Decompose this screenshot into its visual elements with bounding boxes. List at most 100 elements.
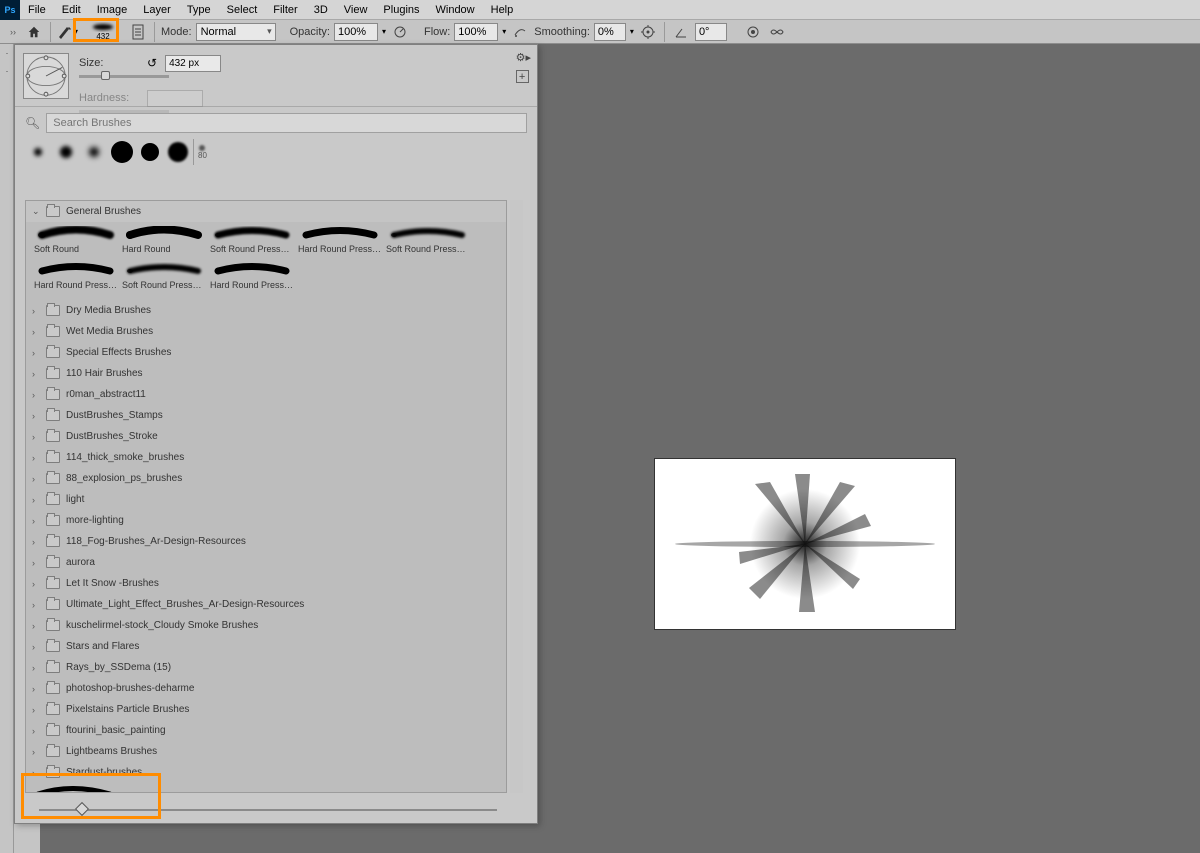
menu-layer[interactable]: Layer: [135, 4, 179, 16]
size-input[interactable]: 432 px: [165, 55, 221, 72]
brush-folder[interactable]: ›more-lighting: [26, 510, 506, 531]
collapse-chevron-icon[interactable]: ››: [6, 25, 20, 39]
brush-settings-toggle-icon[interactable]: [128, 22, 148, 42]
brush-folder[interactable]: ›aurora: [26, 552, 506, 573]
brush-folder[interactable]: ›Stars and Flares: [26, 636, 506, 657]
tool-slot[interactable]: ·: [0, 44, 14, 62]
brush-preset-item[interactable]: Soft Round: [32, 225, 120, 261]
home-icon[interactable]: [24, 22, 44, 42]
flow-label: Flow:: [424, 26, 450, 38]
folder-icon: [46, 578, 60, 589]
brush-folder[interactable]: ›Special Effects Brushes: [26, 342, 506, 363]
brush-preset-item[interactable]: Hard Round: [120, 225, 208, 261]
hardness-label: Hardness:: [79, 92, 139, 104]
brush-preset-list[interactable]: ⌄ General Brushes Soft Round Hard Round …: [25, 200, 507, 793]
folder-label: ftourini_basic_painting: [66, 725, 166, 736]
search-brushes-input[interactable]: [46, 113, 527, 133]
tools-panel: · ·: [0, 44, 14, 853]
new-brush-preset[interactable]: my_light: [32, 786, 120, 793]
airbrush-icon[interactable]: [510, 22, 530, 42]
menu-window[interactable]: Window: [428, 4, 483, 16]
menu-file[interactable]: File: [20, 4, 54, 16]
brush-preset-item[interactable]: Soft Round Pressure...: [384, 225, 472, 261]
folder-general-brushes[interactable]: ⌄ General Brushes: [26, 201, 506, 222]
menu-plugins[interactable]: Plugins: [375, 4, 427, 16]
opacity-pressure-icon[interactable]: [390, 22, 410, 42]
folder-label: 114_thick_smoke_brushes: [66, 452, 184, 463]
brush-folder[interactable]: ›light: [26, 489, 506, 510]
brush-folder[interactable]: ›Dry Media Brushes: [26, 300, 506, 321]
brush-folder[interactable]: ›Lightbeams Brushes: [26, 741, 506, 762]
brush-preset-item[interactable]: Hard Round Pressure...: [296, 225, 384, 261]
brush-folder[interactable]: ›photoshop-brushes-deharme: [26, 678, 506, 699]
brush-folder[interactable]: ›Ultimate_Light_Effect_Brushes_Ar-Design…: [26, 594, 506, 615]
angle-input[interactable]: 0°: [695, 23, 727, 41]
menu-type[interactable]: Type: [179, 4, 219, 16]
brush-folder[interactable]: ›Pixelstains Particle Brushes: [26, 699, 506, 720]
size-pressure-icon[interactable]: [743, 22, 763, 42]
panel-gear-icon[interactable]: ⚙︎▸: [516, 51, 531, 64]
menu-3d[interactable]: 3D: [306, 4, 336, 16]
flow-input[interactable]: 100%: [454, 23, 498, 41]
chevron-right-icon: ›: [32, 621, 40, 631]
folder-icon: [46, 620, 60, 631]
recent-brush[interactable]: [109, 139, 135, 165]
brush-tip-preview[interactable]: [23, 53, 69, 99]
brush-preset-item[interactable]: Hard Round Pressure...: [32, 261, 120, 297]
size-slider[interactable]: [79, 75, 169, 78]
brush-folder[interactable]: ›118_Fog-Brushes_Ar-Design-Resources: [26, 531, 506, 552]
brush-preset-picker[interactable]: 432: [82, 22, 124, 42]
menu-edit[interactable]: Edit: [54, 4, 89, 16]
tool-slot[interactable]: ·: [0, 62, 14, 80]
brush-folder[interactable]: ›ftourini_basic_painting: [26, 720, 506, 741]
brush-folder[interactable]: ›kuschelirmel-stock_Cloudy Smoke Brushes: [26, 615, 506, 636]
angle-icon[interactable]: [671, 22, 691, 42]
scrollbar[interactable]: [510, 200, 523, 793]
brush-preset-item[interactable]: Soft Round Pressure...: [208, 225, 296, 261]
blend-mode-select[interactable]: Normal: [196, 23, 276, 41]
symmetry-icon[interactable]: [767, 22, 787, 42]
tool-preset-picker[interactable]: ▾: [57, 22, 78, 42]
folder-label: Special Effects Brushes: [66, 347, 171, 358]
brush-preset-item[interactable]: Hard Round Pressure...: [208, 261, 296, 297]
brush-folder[interactable]: ›114_thick_smoke_brushes: [26, 447, 506, 468]
opacity-input[interactable]: 100%: [334, 23, 378, 41]
folder-label: Dry Media Brushes: [66, 305, 151, 316]
menu-help[interactable]: Help: [483, 4, 522, 16]
flip-reset-icon[interactable]: ↺: [147, 56, 157, 70]
chevron-right-icon: ›: [32, 768, 40, 778]
brush-folder[interactable]: ›Let It Snow -Brushes: [26, 573, 506, 594]
chevron-right-icon: ›: [32, 684, 40, 694]
smoothing-options-icon[interactable]: [638, 22, 658, 42]
document-canvas[interactable]: [655, 459, 955, 629]
recent-brush[interactable]: [165, 139, 191, 165]
brush-folder[interactable]: ›DustBrushes_Stamps: [26, 405, 506, 426]
recent-brush[interactable]: [81, 139, 107, 165]
brush-preset-item[interactable]: Soft Round Pressure...: [120, 261, 208, 297]
options-bar: ›› ▾ 432 Mode: Normal Opacity: 100% ▾ Fl…: [0, 20, 1200, 44]
folder-label: aurora: [66, 557, 95, 568]
menu-view[interactable]: View: [336, 4, 376, 16]
brush-folder[interactable]: ›88_explosion_ps_brushes: [26, 468, 506, 489]
brush-folder[interactable]: ›Stardust-brushes: [26, 762, 506, 783]
smoothing-input[interactable]: 0%: [594, 23, 626, 41]
recent-brush[interactable]: [53, 139, 79, 165]
thumbnail-size-slider[interactable]: [39, 807, 497, 813]
new-preset-icon[interactable]: +: [516, 70, 529, 83]
chevron-right-icon: ›: [32, 495, 40, 505]
menu-filter[interactable]: Filter: [265, 4, 305, 16]
folder-icon: [46, 641, 60, 652]
brush-folder[interactable]: ›r0man_abstract11: [26, 384, 506, 405]
brush-folder[interactable]: ›110 Hair Brushes: [26, 363, 506, 384]
menu-select[interactable]: Select: [219, 4, 266, 16]
brush-folder[interactable]: ›Wet Media Brushes: [26, 321, 506, 342]
brush-folder[interactable]: ›DustBrushes_Stroke: [26, 426, 506, 447]
menu-image[interactable]: Image: [89, 4, 136, 16]
recent-brush[interactable]: 80: [193, 139, 207, 165]
folder-icon: [46, 347, 60, 358]
chevron-right-icon: ›: [32, 516, 40, 526]
recent-brush[interactable]: [137, 139, 163, 165]
recent-brush[interactable]: [25, 139, 51, 165]
folder-label: Lightbeams Brushes: [66, 746, 157, 757]
brush-folder[interactable]: ›Rays_by_SSDema (15): [26, 657, 506, 678]
